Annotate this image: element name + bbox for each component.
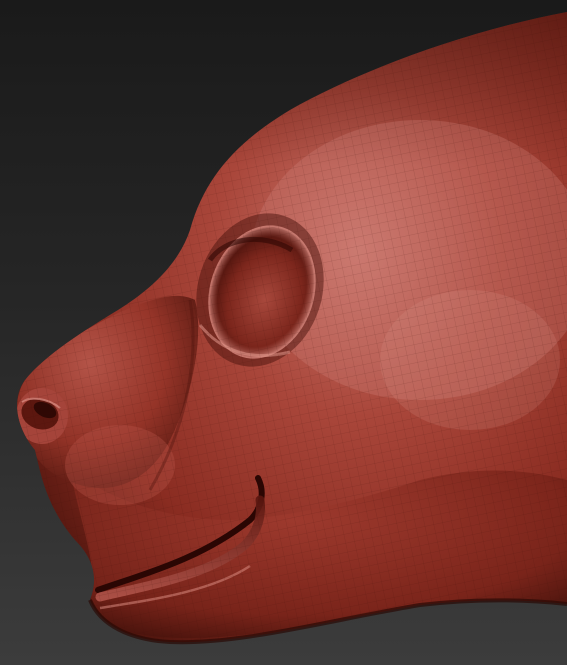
sculpt-viewport	[0, 0, 567, 665]
sculpt-render	[17, 12, 567, 645]
